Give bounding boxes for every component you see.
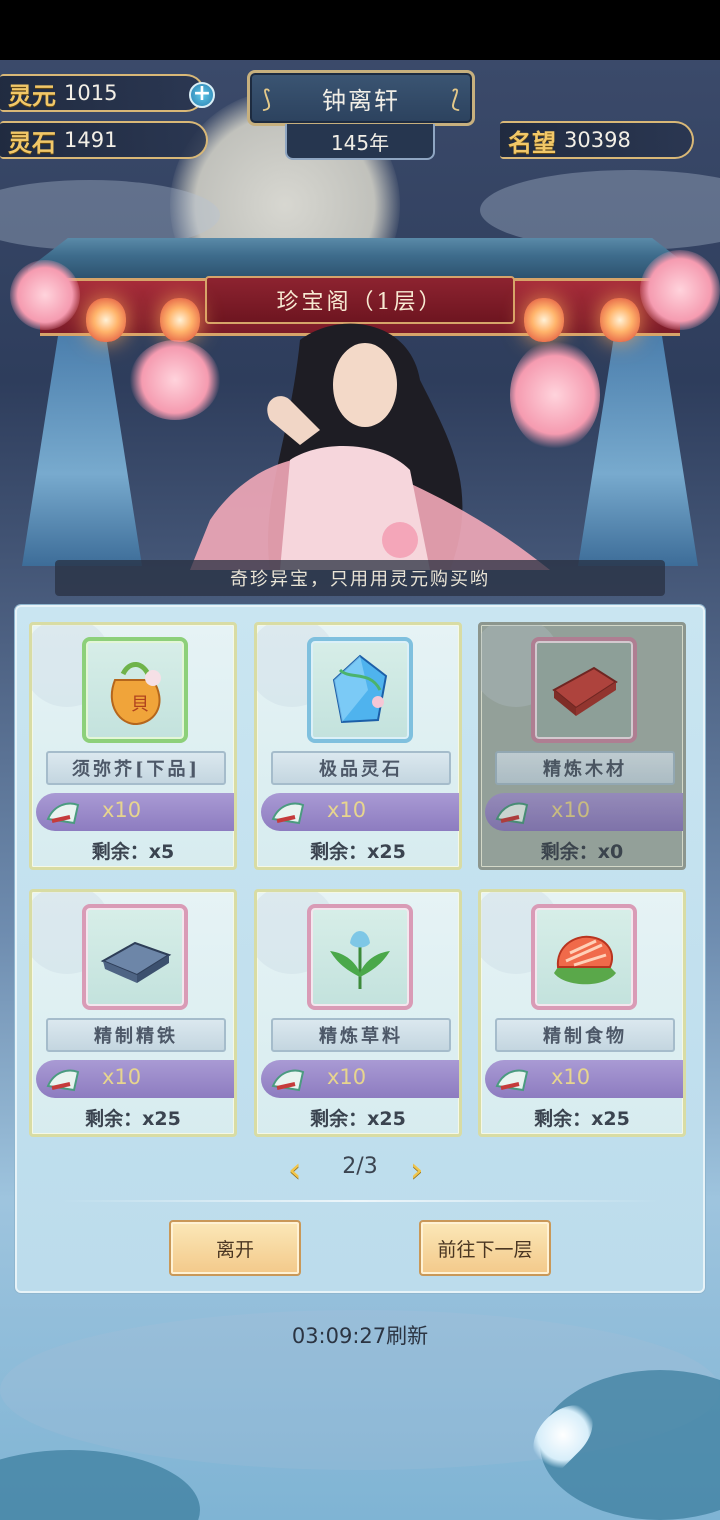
meat-icon (554, 935, 616, 985)
lingyuan-currency-icon (271, 802, 305, 825)
item-remaining: 剩余：x25 (310, 1108, 406, 1130)
price-bar: x10 (36, 793, 234, 831)
blossom-decoration (10, 260, 80, 330)
page-indicator: 2/3 (342, 1154, 378, 1179)
shop-item-card[interactable]: 精制食物 x10 剩余：x25 (478, 889, 686, 1137)
lantern-icon (600, 298, 640, 342)
item-price: x10 (551, 798, 591, 822)
swirl-right-icon: ⟅ (450, 85, 460, 113)
item-frame (307, 904, 413, 1010)
shop-item-card[interactable]: 精炼草料 x10 剩余：x25 (254, 889, 462, 1137)
item-name: 精制精铁 (46, 1018, 226, 1052)
item-price: x10 (327, 798, 367, 822)
add-lingyuan-button[interactable]: + (189, 82, 215, 108)
next-floor-button[interactable]: 前往下一层 (419, 1220, 551, 1276)
crystal-icon (332, 654, 388, 724)
lingyuan-counter: 灵元 1015 + (0, 74, 215, 112)
item-frame (307, 637, 413, 743)
item-remaining: 剩余：x5 (91, 841, 175, 863)
item-frame: 貝 (82, 637, 188, 743)
item-remaining: 剩余：x0 (540, 841, 624, 863)
gate-title: 珍宝阁（1层） (205, 276, 515, 324)
lingshi-counter: 灵石 1491 (0, 121, 208, 159)
refresh-timer: 03:09:27刷新 (291, 1324, 429, 1348)
fame-value: 30398 (564, 128, 631, 152)
price-bar: x10 (261, 793, 459, 831)
location-name: 钟离轩 (322, 86, 400, 115)
item-name: 精制食物 (495, 1018, 675, 1052)
shop-item-card-sold-out[interactable]: 精炼木材 x10 剩余：x0 (478, 622, 686, 870)
item-name: 精炼木材 (495, 751, 675, 785)
lingyuan-currency-icon (495, 802, 529, 825)
item-price: x10 (102, 798, 142, 822)
item-name: 须弥芥[下品] (46, 751, 226, 785)
lantern-icon (86, 298, 126, 342)
item-remaining: 剩余：x25 (85, 1108, 181, 1130)
swirl-left-icon: ⟆ (262, 85, 272, 113)
item-remaining: 剩余：x25 (534, 1108, 630, 1130)
price-bar: x10 (485, 1060, 683, 1098)
lingyuan-currency-icon (46, 802, 80, 825)
lingyuan-label: 灵元 (8, 80, 56, 110)
shop-item-card[interactable]: 极品灵石 x10 剩余：x25 (254, 622, 462, 870)
shop-caption: 奇珍异宝，只用用灵元购买哟 (55, 560, 665, 596)
price-bar: x10 (261, 1060, 459, 1098)
item-price: x10 (551, 1065, 591, 1089)
item-price: x10 (102, 1065, 142, 1089)
prev-page-icon[interactable]: ‹ (288, 1150, 302, 1190)
pagination: ‹ 2/3 › (0, 1148, 720, 1190)
item-remaining: 剩余：x25 (310, 841, 406, 863)
pouch-icon: 貝 (110, 662, 161, 726)
iron-ingot-icon (100, 941, 172, 983)
lingyuan-currency-icon (495, 1069, 529, 1092)
item-name: 极品灵石 (271, 751, 451, 785)
card-decoration (481, 625, 561, 707)
fame-counter: 名望 30398 (500, 121, 694, 159)
price-bar: x10 (36, 1060, 234, 1098)
item-frame (531, 904, 637, 1010)
location-title: ⟆ 钟离轩 ⟅ (247, 70, 475, 126)
shopkeeper-character (190, 323, 550, 570)
item-price: x10 (327, 1065, 367, 1089)
shop-item-card[interactable]: 精制精铁 x10 剩余：x25 (29, 889, 237, 1137)
year-display: 145年 (285, 124, 435, 160)
shop-item-card[interactable]: 貝 须弥芥[下品] x10 剩余：x5 (29, 622, 237, 870)
lingshi-value: 1491 (64, 128, 118, 152)
lotus-leaf (0, 1450, 200, 1520)
wood-icon (552, 666, 618, 716)
item-name: 精炼草料 (271, 1018, 451, 1052)
lingyuan-currency-icon (46, 1069, 80, 1092)
lingyuan-value: 1015 (64, 81, 118, 105)
price-bar: x10 (485, 793, 683, 831)
item-frame (531, 637, 637, 743)
leave-button[interactable]: 离开 (169, 1220, 301, 1276)
svg-text:貝: 貝 (131, 694, 149, 715)
divider (60, 1200, 660, 1202)
item-frame (82, 904, 188, 1010)
herb-icon (330, 931, 390, 989)
fame-label: 名望 (508, 127, 556, 157)
next-page-icon[interactable]: › (410, 1150, 424, 1190)
lingshi-label: 灵石 (8, 127, 56, 157)
blossom-decoration (640, 250, 720, 330)
lingyuan-currency-icon (271, 1069, 305, 1092)
